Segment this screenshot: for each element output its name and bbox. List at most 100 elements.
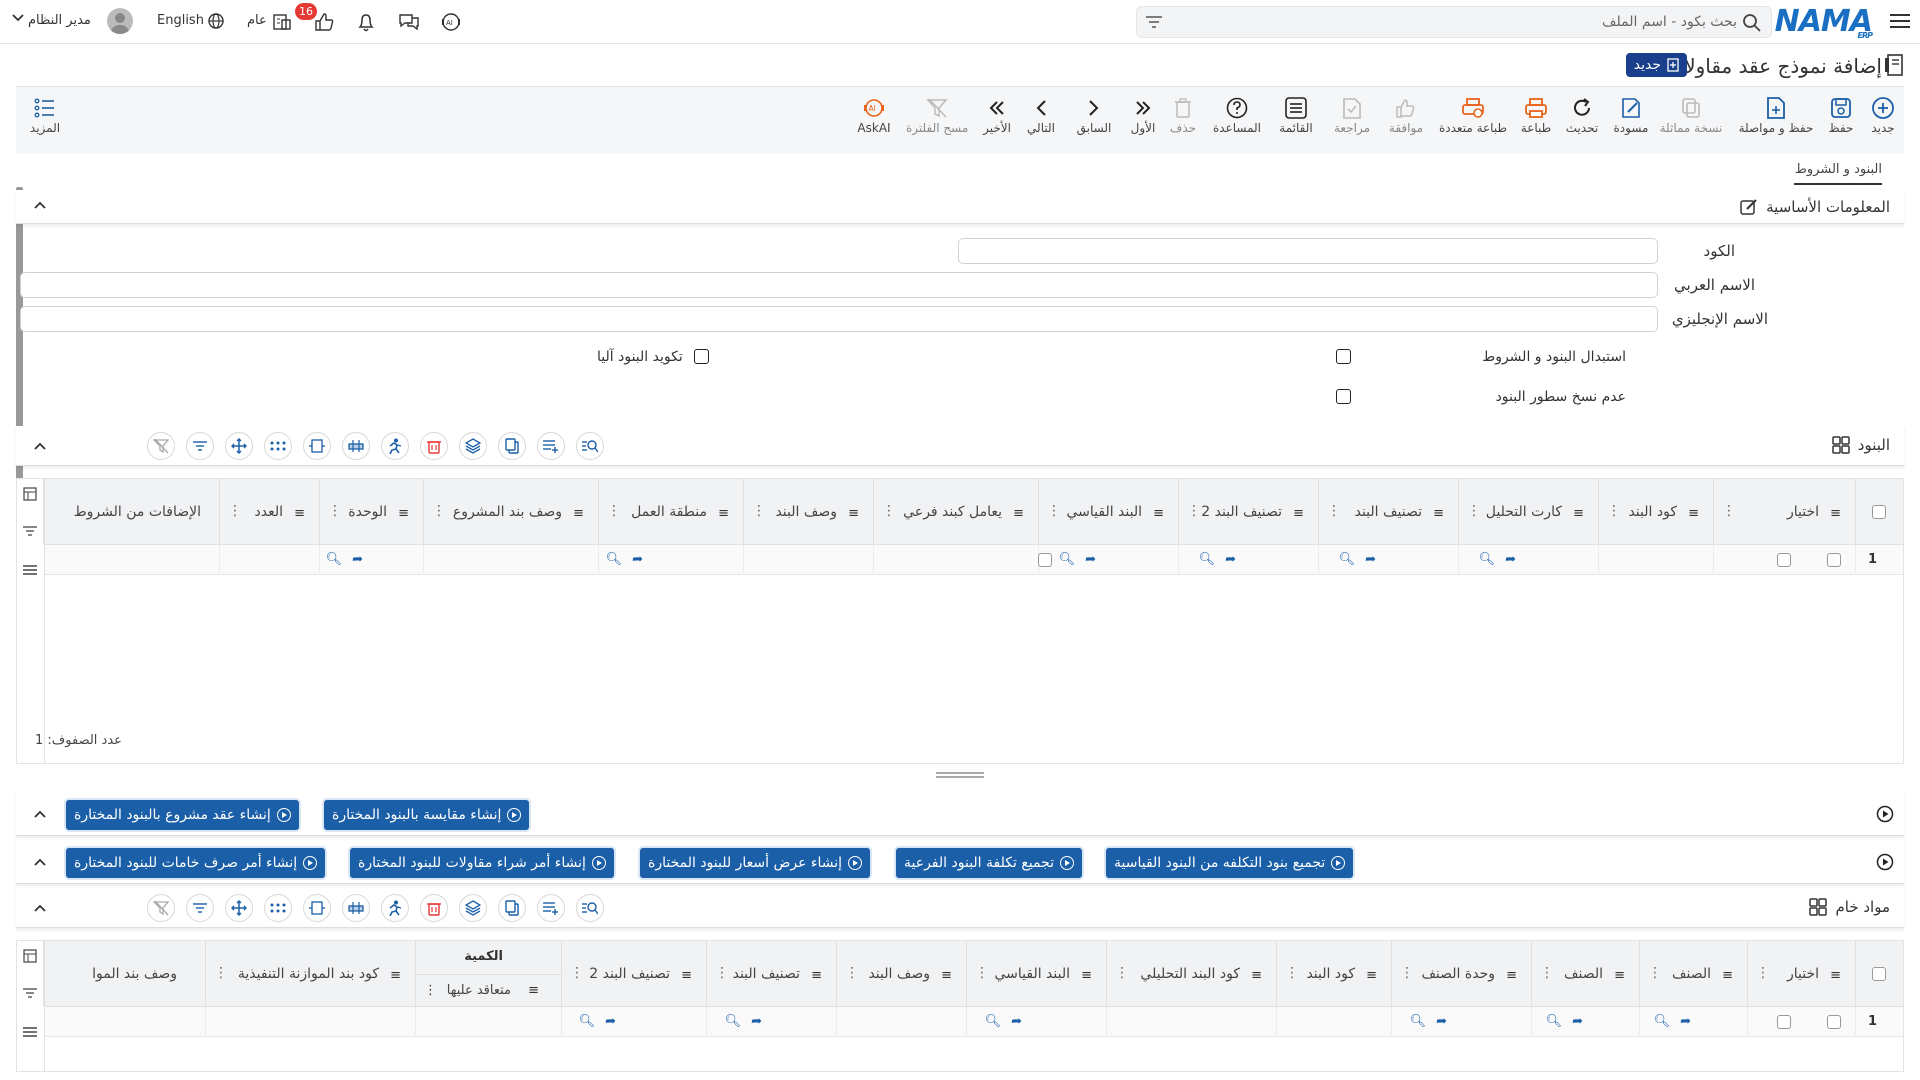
open-icon[interactable]: ➦ [1436, 1014, 1447, 1029]
create-po-button[interactable]: إنشاء أمر شراء مقاولات للبنود المختارة [350, 848, 614, 878]
basic-info-header[interactable]: المعلومات الأساسية [16, 190, 1904, 224]
table-row[interactable]: 1 🔍︎ ➦ 🔍︎ ➦ 🔍︎ ➦ 🔍︎ ➦ 🔍︎ ➦ 🔍︎ ➦ [45, 1007, 1903, 1037]
column-filter-icon[interactable]: ≡ [681, 968, 692, 983]
merge-rows-icon[interactable] [342, 432, 370, 460]
column-menu-icon[interactable]: ⋮ [1648, 965, 1662, 981]
merge-rows-icon[interactable] [342, 894, 370, 922]
column-menu-icon[interactable]: ⋮ [1327, 503, 1341, 519]
open-icon[interactable]: ➦ [1572, 1014, 1583, 1029]
row-lookup-actions[interactable]: 🔍︎ ➦ [985, 1014, 1022, 1029]
grid-dots-icon[interactable] [264, 432, 292, 460]
table-settings-icon[interactable] [23, 949, 37, 963]
globe-icon[interactable] [208, 13, 224, 29]
column-header[interactable]: وصف البند ≡ ⋮ [743, 479, 873, 544]
search-grid-icon[interactable] [576, 432, 604, 460]
language-switch[interactable]: English [157, 13, 204, 28]
lookup-icon[interactable]: 🔍︎ [1546, 1014, 1563, 1029]
column-filter-icon[interactable]: ≡ [718, 506, 729, 521]
menu-icon[interactable] [23, 1026, 37, 1038]
column-header[interactable]: كود البند ≡ ⋮ [1276, 941, 1391, 1006]
lookup-icon[interactable]: 🔍︎ [1410, 1014, 1427, 1029]
column-menu-icon[interactable]: ⋮ [845, 965, 859, 981]
column-filter-icon[interactable]: ≡ [1573, 506, 1584, 521]
column-header[interactable]: وصف البند ≡ ⋮ [836, 941, 966, 1006]
raw-section-header[interactable]: مواد خام [16, 888, 1904, 928]
column-header[interactable]: يعامل كبند فرعي ≡ ⋮ [873, 479, 1038, 544]
print-button[interactable]: طباعة [1518, 95, 1554, 135]
column-menu-icon[interactable]: ⋮ [975, 965, 989, 981]
no-copy-lines-checkbox[interactable] [1336, 389, 1351, 404]
column-header[interactable]: العدد ≡ ⋮ [219, 479, 319, 544]
user-name[interactable]: مدير النظام [28, 13, 91, 28]
more-button[interactable]: المزيد [28, 95, 62, 135]
lookup-icon[interactable]: 🔍︎ [606, 552, 623, 567]
column-menu-icon[interactable]: ⋮ [1467, 503, 1481, 519]
column-menu-icon[interactable]: ⋮ [1047, 503, 1061, 519]
chat-icon[interactable] [398, 12, 420, 32]
column-header[interactable]: اختيار ≡ ⋮ [1713, 479, 1855, 544]
column-header[interactable]: الصنف ≡ ⋮ [1531, 941, 1639, 1006]
english-name-field[interactable] [20, 306, 1658, 332]
column-header[interactable]: تصنيف البند ≡ ⋮ [706, 941, 836, 1006]
filter-icon[interactable] [1145, 15, 1163, 29]
lookup-icon[interactable]: 🔍︎ [985, 1014, 1002, 1029]
filter-icon[interactable] [186, 894, 214, 922]
row-lookup-actions[interactable]: 🔍︎ ➦ [1546, 1014, 1583, 1029]
column-filter-icon[interactable]: ≡ [1366, 968, 1377, 983]
clear-filter-icon[interactable] [147, 432, 175, 460]
column-header[interactable]: وصف بند المشروع ≡ ⋮ [423, 479, 598, 544]
column-filter-icon[interactable]: ≡ [1614, 968, 1625, 983]
table-row[interactable]: 1 🔍︎ ➦ 🔍︎ ➦ 🔍︎ ➦ 🔍︎ ➦ 🔍︎ ➦ 🔍︎ ➦ [45, 545, 1903, 575]
copy-icon[interactable] [498, 894, 526, 922]
column-menu-icon[interactable]: ⋮ [1285, 965, 1299, 981]
grid-dots-icon[interactable] [264, 894, 292, 922]
column-filter-icon[interactable]: ≡ [811, 968, 822, 983]
chevron-up-icon[interactable] [34, 199, 46, 211]
quantity-column-header[interactable]: الكمية متعاقد عليها ≡ ⋮ [415, 941, 561, 1006]
column-menu-icon[interactable]: ⋮ [1187, 503, 1201, 519]
column-filter-icon[interactable]: ≡ [1153, 506, 1164, 521]
review-button[interactable]: مراجعة [1332, 95, 1372, 135]
previous-record-button[interactable]: السابق [1074, 95, 1114, 135]
fit-columns-icon[interactable] [303, 432, 331, 460]
open-icon[interactable]: ➦ [1011, 1014, 1022, 1029]
column-filter-icon[interactable]: ≡ [941, 968, 952, 983]
list-button[interactable]: القائمة [1278, 95, 1314, 135]
column-menu-icon[interactable]: ⋮ [1607, 503, 1621, 519]
open-icon[interactable]: ➦ [352, 552, 363, 567]
move-icon[interactable] [225, 894, 253, 922]
layers-icon[interactable] [459, 894, 487, 922]
open-icon[interactable]: ➦ [1680, 1014, 1691, 1029]
chevron-up-icon[interactable] [34, 856, 46, 868]
column-header[interactable]: البند القياسي ≡ ⋮ [966, 941, 1106, 1006]
select-all-checkbox[interactable] [1872, 505, 1886, 519]
column-filter-icon[interactable]: ≡ [1251, 968, 1262, 983]
select-all-column[interactable] [1855, 941, 1903, 1006]
open-icon[interactable]: ➦ [1085, 552, 1096, 567]
column-menu-icon[interactable]: ⋮ [1722, 503, 1736, 519]
draft-button[interactable]: مسودة [1610, 95, 1652, 135]
column-filter-icon[interactable]: ≡ [848, 506, 859, 521]
layers-icon[interactable] [459, 432, 487, 460]
approve-button[interactable]: موافقة [1386, 95, 1426, 135]
column-filter-icon[interactable]: ≡ [398, 506, 409, 521]
column-menu-icon[interactable]: ⋮ [752, 503, 766, 519]
column-header[interactable]: الإضافات من الشروط [43, 479, 219, 544]
column-filter-icon[interactable]: ≡ [1013, 506, 1024, 521]
open-icon[interactable]: ➦ [1505, 552, 1516, 567]
column-menu-icon[interactable]: ⋮ [715, 965, 729, 981]
create-quote-button[interactable]: إنشاء عرض أسعار للبنود المختارة [640, 848, 871, 878]
next-record-button[interactable]: التالي [1024, 95, 1058, 135]
clear-filter-button[interactable]: مسح الفلترة [906, 95, 968, 135]
lookup-icon[interactable]: 🔍︎ [1479, 552, 1496, 567]
ai-assistant-icon[interactable]: AI [440, 11, 462, 33]
first-record-button[interactable]: الأول [1128, 95, 1158, 135]
row-lookup-actions[interactable]: 🔍︎ ➦ [1199, 552, 1236, 567]
search-input[interactable]: بحث بكود - اسم الملف [1602, 14, 1737, 30]
column-header[interactable]: وحدة الصنف ≡ ⋮ [1391, 941, 1531, 1006]
new-button[interactable]: جديد [1864, 95, 1902, 135]
column-header[interactable]: الوحدة ≡ ⋮ [319, 479, 423, 544]
column-header[interactable]: كود بند الموازنة التنفيذية ≡ ⋮ [205, 941, 415, 1006]
run-icon[interactable] [381, 894, 409, 922]
row-lookup-actions[interactable]: 🔍︎ ➦ [579, 1014, 616, 1029]
